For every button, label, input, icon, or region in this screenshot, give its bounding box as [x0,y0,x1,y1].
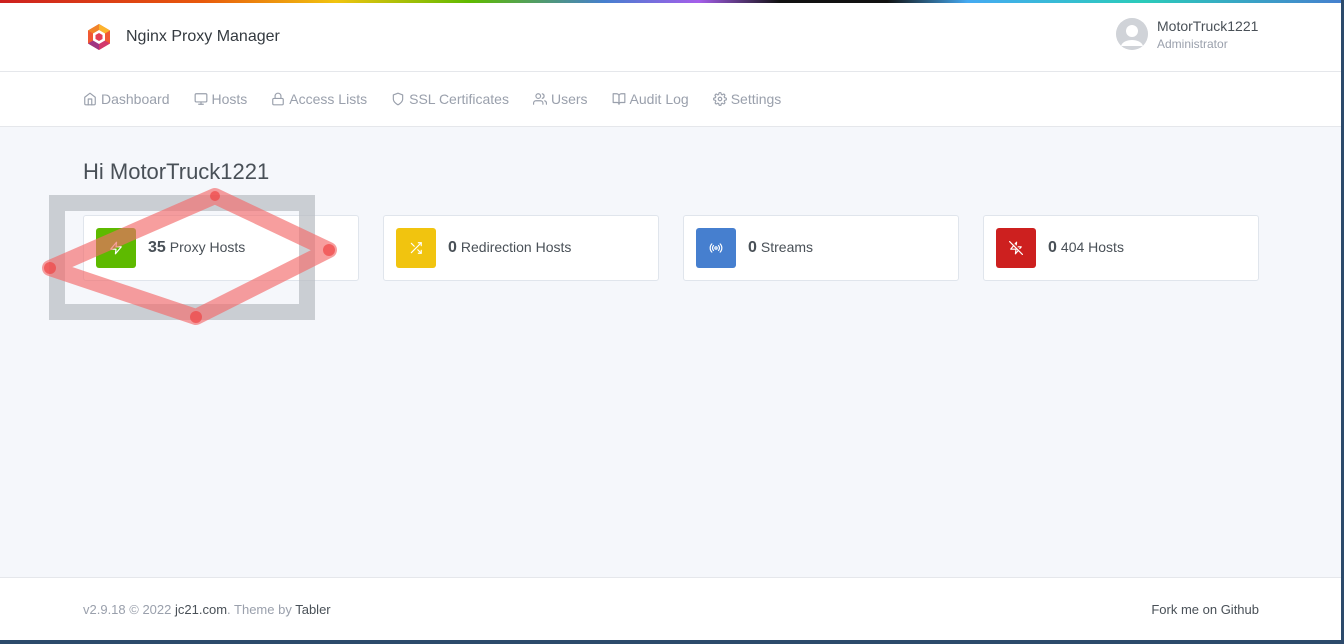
shuffle-icon [410,242,422,254]
nav-item-label: Settings [730,91,782,107]
book-icon [612,93,625,105]
proxy-hosts-card[interactable]: 35 Proxy Hosts [83,215,359,281]
nav-item-dashboard[interactable]: Dashboard [83,91,170,107]
lock-icon [272,92,285,106]
card-icon-box [696,228,736,268]
streams-card[interactable]: 0 Streams [683,215,959,281]
card-icon-box [996,228,1036,268]
shield-icon [392,92,404,106]
card-count: 0 [1048,239,1057,256]
nav-item-label: Access Lists [289,91,368,107]
header: Nginx Proxy Manager MotorTruck1221 Admin… [0,3,1341,72]
version-text: v2.9.18 © 2022 [83,602,172,617]
404-hosts-card[interactable]: 0 404 Hosts [983,215,1259,281]
avatar [1116,18,1148,50]
card-count: 0 [748,239,757,256]
site-link[interactable]: jc21.com [175,602,227,617]
card-icon-box [96,228,136,268]
app-title: Nginx Proxy Manager [126,28,280,45]
footer-credits: v2.9.18 © 2022 jc21.com. Theme by Tabler [83,602,331,617]
user-role: Administrator [1157,36,1228,51]
gear-icon [712,92,727,106]
theme-prefix: . Theme by [227,602,292,617]
nav-item-audit-log[interactable]: Audit Log [612,91,689,107]
nav-item-settings[interactable]: Settings [712,91,782,107]
nav-item-hosts[interactable]: Hosts [194,91,248,107]
annotation-handle [190,311,202,323]
card-label: Redirection Hosts [460,239,572,255]
card-label: 404 Hosts [1060,239,1124,255]
footer: v2.9.18 © 2022 jc21.com. Theme by Tabler… [0,577,1341,640]
nav-item-label: Dashboard [101,91,170,107]
annotation-handle [210,191,220,201]
nav-item-label: Hosts [211,91,248,107]
nav-item-access-lists[interactable]: Access Lists [271,91,367,107]
user-avatar-icon [1116,18,1148,50]
brand[interactable]: Nginx Proxy Manager [84,22,280,52]
zap-icon [110,241,122,255]
nav-item-users[interactable]: Users [532,91,588,107]
user-name: MotorTruck1221 [1157,17,1259,34]
nav-item-ssl-certificates[interactable]: SSL Certificates [391,91,509,107]
github-link[interactable]: Fork me on Github [1151,602,1259,617]
card-icon-box [396,228,436,268]
home-icon [84,92,96,106]
users-icon [532,93,547,105]
main-nav: Dashboard Hosts Access Lists SSL Certifi… [0,72,1341,127]
zap-off-icon [1009,241,1023,255]
page-title: Hi MotorTruck1221 [83,159,270,184]
radio-icon [709,243,723,253]
redirection-hosts-card[interactable]: 0 Redirection Hosts [383,215,659,281]
window-edge-bottom [0,640,1344,644]
user-menu[interactable]: MotorTruck1221 Administrator [1116,18,1258,50]
monitor-icon [194,93,207,105]
card-label: Streams [760,239,814,255]
nav-item-label: Audit Log [629,91,689,107]
theme-link[interactable]: Tabler [295,602,330,617]
card-count: 35 [148,239,166,256]
card-label: Proxy Hosts [169,239,246,255]
nav-item-label: Users [550,91,588,107]
nginx-proxy-manager-logo-icon [88,24,110,50]
card-count: 0 [448,239,457,256]
nav-item-label: SSL Certificates [409,91,509,107]
annotation-handle [44,262,56,274]
